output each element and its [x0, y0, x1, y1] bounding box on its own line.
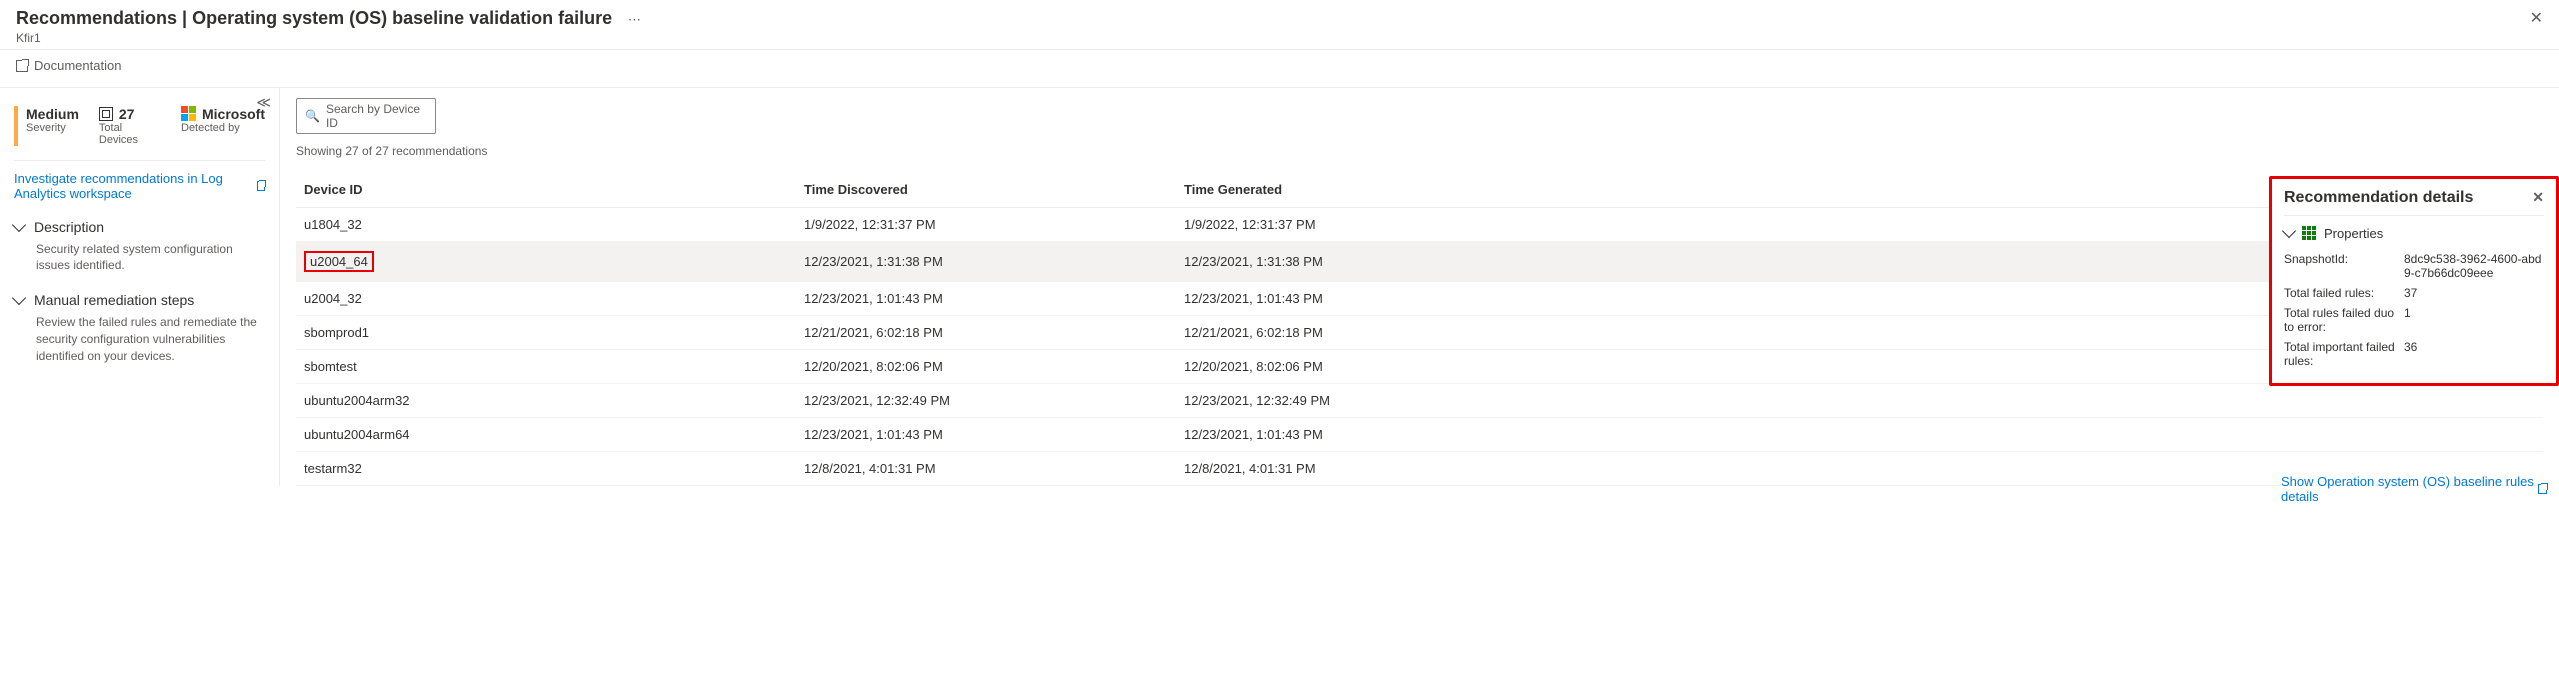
page-title: Recommendations | Operating system (OS) …: [16, 8, 612, 28]
cell-time-generated: 12/23/2021, 12:32:49 PM: [1176, 383, 2543, 417]
cell-device-id: u1804_32: [296, 207, 796, 241]
property-row: Total failed rules:37: [2284, 283, 2544, 303]
sidebar: ≪ Medium Severity 27 Total Devices: [0, 88, 280, 486]
severity-label: Severity: [26, 122, 79, 134]
table-row[interactable]: u2004_6412/23/2021, 1:31:38 PM12/23/2021…: [296, 241, 2543, 281]
property-value: 1: [2404, 306, 2544, 334]
chevron-down-icon: [12, 217, 26, 231]
cell-time-generated: 12/23/2021, 1:01:43 PM: [1176, 417, 2543, 451]
show-baseline-rules-link[interactable]: Show Operation system (OS) baseline rule…: [2281, 474, 2547, 504]
cell-time-discovered: 12/23/2021, 1:01:43 PM: [796, 417, 1176, 451]
property-label: Total important failed rules:: [2284, 340, 2404, 368]
cell-device-id: sbomprod1: [296, 315, 796, 349]
device-icon: [99, 107, 113, 121]
devices-label: Total Devices: [99, 122, 161, 146]
property-row: SnapshotId:8dc9c538-3962-4600-abd9-c7b66…: [2284, 249, 2544, 283]
recommendation-details-panel: Recommendation details ✕ Properties Snap…: [2269, 176, 2559, 386]
cell-device-id: ubuntu2004arm32: [296, 383, 796, 417]
cell-time-discovered: 12/23/2021, 1:31:38 PM: [796, 241, 1176, 281]
property-label: Total failed rules:: [2284, 286, 2404, 300]
external-link-icon: [2538, 484, 2547, 494]
external-link-icon: [257, 181, 265, 191]
property-row: Total rules failed duo to error:1: [2284, 303, 2544, 337]
description-title: Description: [34, 219, 104, 235]
cell-time-discovered: 1/9/2022, 12:31:37 PM: [796, 207, 1176, 241]
col-device-id[interactable]: Device ID: [296, 172, 796, 208]
table-row[interactable]: u1804_321/9/2022, 12:31:37 PM1/9/2022, 1…: [296, 207, 2543, 241]
cell-time-discovered: 12/8/2021, 4:01:31 PM: [796, 451, 1176, 485]
investigate-link-label: Investigate recommendations in Log Analy…: [14, 171, 253, 201]
collapse-icon[interactable]: ≪: [256, 94, 271, 111]
documentation-label: Documentation: [34, 58, 121, 73]
breadcrumb: Kfir1: [16, 31, 2543, 45]
investigate-link[interactable]: Investigate recommendations in Log Analy…: [14, 171, 265, 201]
detected-label: Detected by: [181, 122, 265, 134]
search-icon: 🔍: [305, 109, 320, 123]
page-header: Recommendations | Operating system (OS) …: [0, 0, 2559, 50]
microsoft-logo-icon: [181, 106, 196, 121]
property-label: SnapshotId:: [2284, 252, 2404, 280]
panel-properties-header[interactable]: Properties: [2284, 226, 2544, 241]
table-row[interactable]: ubuntu2004arm6412/23/2021, 1:01:43 PM12/…: [296, 417, 2543, 451]
cell-device-id: u2004_64: [296, 241, 796, 281]
close-icon[interactable]: ✕: [2532, 189, 2544, 206]
search-input[interactable]: 🔍 Search by Device ID: [296, 98, 436, 134]
table-row[interactable]: ubuntu2004arm3212/23/2021, 12:32:49 PM12…: [296, 383, 2543, 417]
property-value: 8dc9c538-3962-4600-abd9-c7b66dc09eee: [2404, 252, 2544, 280]
property-value: 36: [2404, 340, 2544, 368]
cell-device-id: sbomtest: [296, 349, 796, 383]
severity-value: Medium: [26, 106, 79, 122]
severity-bar: [14, 106, 18, 146]
close-icon[interactable]: ✕: [2530, 8, 2543, 28]
cell-time-discovered: 12/23/2021, 1:01:43 PM: [796, 281, 1176, 315]
table-row[interactable]: sbomprod112/21/2021, 6:02:18 PM12/21/202…: [296, 315, 2543, 349]
recommendations-table: Device ID Time Discovered Time Generated…: [296, 172, 2543, 486]
cell-device-id: testarm32: [296, 451, 796, 485]
show-baseline-rules-label: Show Operation system (OS) baseline rule…: [2281, 474, 2534, 504]
chevron-down-icon: [12, 291, 26, 305]
cell-device-id: ubuntu2004arm64: [296, 417, 796, 451]
cell-time-discovered: 12/21/2021, 6:02:18 PM: [796, 315, 1176, 349]
table-row[interactable]: u2004_3212/23/2021, 1:01:43 PM12/23/2021…: [296, 281, 2543, 315]
device-id-highlight: u2004_64: [304, 251, 374, 272]
property-value: 37: [2404, 286, 2544, 300]
remediation-header[interactable]: Manual remediation steps: [14, 292, 265, 308]
properties-icon: [2302, 226, 2316, 240]
search-placeholder: Search by Device ID: [326, 102, 427, 130]
property-row: Total important failed rules:36: [2284, 337, 2544, 371]
remediation-body: Review the failed rules and remediate th…: [14, 308, 265, 364]
panel-title: Recommendation details: [2284, 189, 2473, 207]
remediation-section: Manual remediation steps Review the fail…: [14, 292, 265, 364]
summary-row: Medium Severity 27 Total Devices Microso…: [14, 100, 265, 161]
external-link-icon: [16, 60, 28, 72]
result-count: Showing 27 of 27 recommendations: [296, 144, 2543, 158]
table-row[interactable]: sbomtest12/20/2021, 8:02:06 PM12/20/2021…: [296, 349, 2543, 383]
cell-device-id: u2004_32: [296, 281, 796, 315]
col-time-discovered[interactable]: Time Discovered: [796, 172, 1176, 208]
devices-value: 27: [119, 106, 135, 122]
description-header[interactable]: Description: [14, 219, 265, 235]
remediation-title: Manual remediation steps: [34, 292, 194, 308]
description-body: Security related system configuration is…: [14, 235, 265, 275]
content: 🔍 Search by Device ID Showing 27 of 27 r…: [280, 88, 2559, 486]
documentation-link[interactable]: Documentation: [16, 58, 121, 73]
chevron-down-icon: [2282, 224, 2296, 238]
toolbar: Documentation: [0, 50, 2559, 88]
cell-time-discovered: 12/23/2021, 12:32:49 PM: [796, 383, 1176, 417]
more-icon[interactable]: ⋯: [628, 12, 641, 27]
cell-time-discovered: 12/20/2021, 8:02:06 PM: [796, 349, 1176, 383]
description-section: Description Security related system conf…: [14, 219, 265, 275]
panel-section-label: Properties: [2324, 226, 2383, 241]
table-row[interactable]: testarm3212/8/2021, 4:01:31 PM12/8/2021,…: [296, 451, 2543, 485]
property-label: Total rules failed duo to error:: [2284, 306, 2404, 334]
